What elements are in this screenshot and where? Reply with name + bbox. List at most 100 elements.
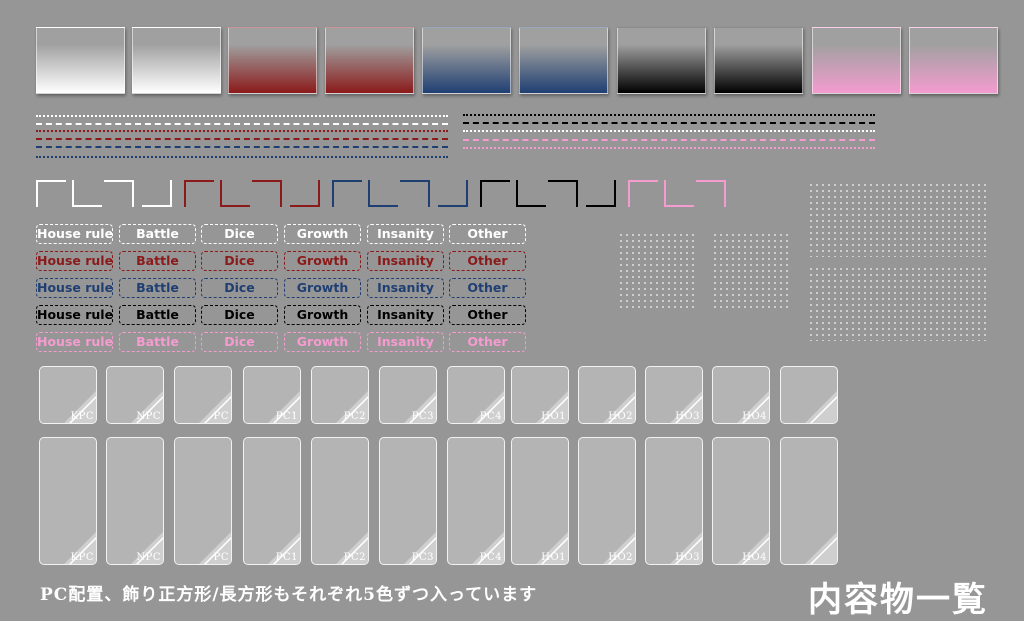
red-gradient-square (325, 27, 414, 94)
corner-bracket (548, 180, 578, 207)
corner-bracket (290, 180, 320, 207)
card-label: PC (213, 411, 229, 422)
corner-bracket (252, 180, 282, 207)
card-label: PC4 (479, 411, 502, 422)
card-label: HO3 (675, 552, 700, 563)
pc-card: PC4 (447, 366, 505, 424)
card-label: PC1 (275, 552, 298, 563)
card-label: KPC (70, 552, 94, 563)
dot-grid-large (808, 182, 988, 257)
card-diagonal-accent (131, 532, 163, 564)
pc-card: KPC (39, 437, 97, 565)
corner-bracket (332, 180, 362, 207)
blue-gradient-square (422, 27, 511, 94)
dashed-line (463, 130, 875, 132)
card-label: PC (213, 552, 229, 563)
tag-other: Other (449, 278, 526, 298)
dashed-line (463, 147, 875, 149)
card-diagonal-accent (404, 532, 436, 564)
tag-dice: Dice (201, 305, 278, 325)
corner-bracket (628, 180, 658, 207)
pc-card: HO4 (712, 366, 770, 424)
page-title: 内容物一覧 (808, 580, 988, 620)
card-diagonal-accent (805, 532, 837, 564)
card-label: HO1 (541, 552, 566, 563)
card-diagonal-accent (472, 532, 504, 564)
card-diagonal-accent (336, 532, 368, 564)
tag-battle: Battle (119, 224, 196, 244)
tag-dice: Dice (201, 332, 278, 352)
red-gradient-square (228, 27, 317, 94)
pc-card: PC4 (447, 437, 505, 565)
dashed-line (36, 138, 448, 140)
card-label: KPC (70, 411, 94, 422)
dot-grid-small (618, 232, 696, 308)
dashed-line (463, 139, 875, 141)
corner-bracket (586, 180, 616, 207)
dashed-line (36, 130, 448, 132)
pc-card (780, 437, 838, 565)
tag-growth: Growth (284, 278, 361, 298)
tag-insanity: Insanity (367, 278, 444, 298)
black-gradient-square (714, 27, 803, 94)
pc-card: PC2 (311, 437, 369, 565)
pc-card: PC3 (379, 437, 437, 565)
dashed-line (463, 114, 875, 116)
pink-gradient-square (812, 27, 901, 94)
card-label: HO3 (675, 411, 700, 422)
card-diagonal-accent (64, 532, 96, 564)
pc-card: HO1 (511, 366, 569, 424)
tag-house-rule: House rule (36, 251, 113, 271)
tag-insanity: Insanity (367, 224, 444, 244)
tag-dice: Dice (201, 278, 278, 298)
pc-card: HO2 (578, 437, 636, 565)
card-label: HO2 (608, 411, 633, 422)
pc-card: PC3 (379, 366, 437, 424)
tag-house-rule: House rule (36, 278, 113, 298)
tag-battle: Battle (119, 278, 196, 298)
tag-growth: Growth (284, 224, 361, 244)
dashed-line (463, 122, 875, 124)
white-gradient-square (36, 27, 125, 94)
corner-bracket (438, 180, 468, 207)
pc-card: PC1 (243, 437, 301, 565)
caption-text: PC配置、飾り正方形/長方形もそれぞれ5色ずつ入っています (40, 585, 538, 605)
tag-house-rule: House rule (36, 332, 113, 352)
card-label: HO4 (742, 411, 767, 422)
dot-grid-large (808, 266, 988, 341)
card-label: PC3 (411, 411, 434, 422)
dashed-line (36, 146, 448, 148)
corner-bracket (480, 180, 510, 207)
card-diagonal-accent (670, 532, 702, 564)
tag-other: Other (449, 305, 526, 325)
pc-card: HO3 (645, 437, 703, 565)
pc-card (780, 366, 838, 424)
pink-gradient-square (909, 27, 998, 94)
tag-other: Other (449, 332, 526, 352)
pc-card: KPC (39, 366, 97, 424)
corner-bracket (36, 180, 66, 207)
card-label: HO2 (608, 552, 633, 563)
corner-bracket (400, 180, 430, 207)
corner-bracket (368, 180, 398, 207)
card-label: PC2 (343, 552, 366, 563)
card-label: NPC (136, 552, 161, 563)
pc-card: PC2 (311, 366, 369, 424)
tag-growth: Growth (284, 251, 361, 271)
pc-card: HO1 (511, 437, 569, 565)
card-diagonal-accent (603, 532, 635, 564)
corner-bracket (142, 180, 172, 207)
pc-card: PC (174, 437, 232, 565)
pc-card: NPC (106, 437, 164, 565)
corner-bracket (220, 180, 250, 207)
tag-insanity: Insanity (367, 305, 444, 325)
dashed-line (36, 156, 448, 158)
corner-bracket (72, 180, 102, 207)
pc-card: HO2 (578, 366, 636, 424)
card-diagonal-accent (268, 532, 300, 564)
tag-battle: Battle (119, 251, 196, 271)
corner-bracket (696, 180, 726, 207)
black-gradient-square (617, 27, 706, 94)
dot-grid-small (712, 232, 790, 308)
tag-insanity: Insanity (367, 251, 444, 271)
